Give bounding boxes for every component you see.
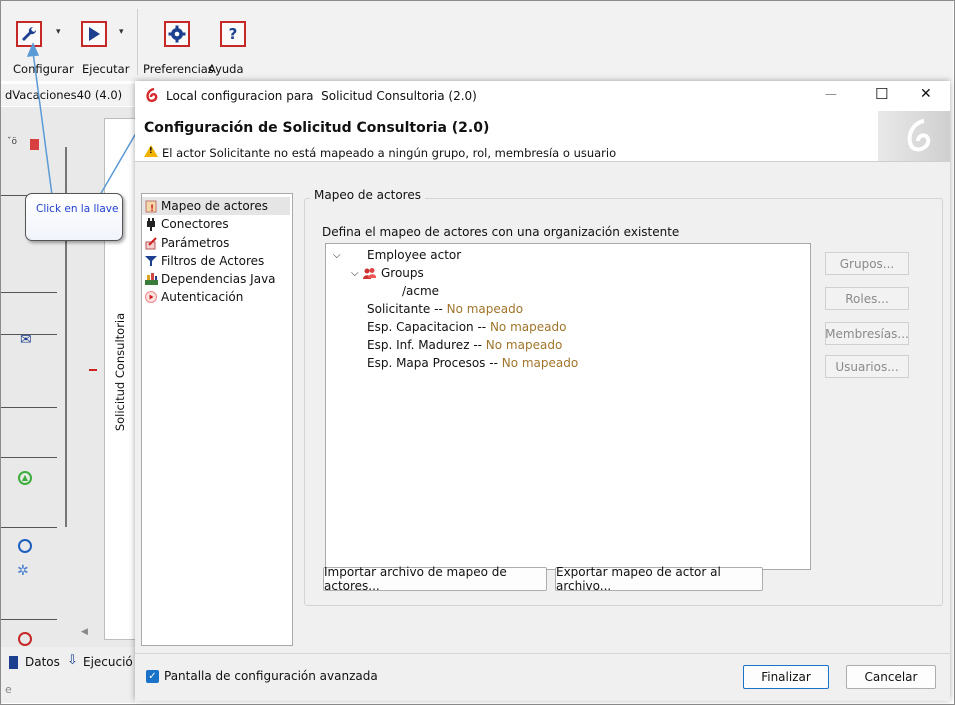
nav-label: Autenticación [161, 290, 244, 304]
nav-item-dependencias[interactable]: Dependencias Java [144, 270, 276, 288]
configuration-nav: ! Mapeo de actores Conectores Parámetros… [141, 193, 293, 646]
actor-name: Esp. Inf. Madurez [367, 338, 470, 352]
actor-separator: -- [485, 356, 502, 370]
dialog-titlebar: Local configuracion para Solicitud Consu… [135, 81, 950, 111]
nav-label: Conectores [161, 217, 229, 231]
advanced-checkbox-label[interactable]: Pantalla de configuración avanzada [164, 669, 378, 683]
tree-row-groups[interactable]: ⌵ Groups [351, 264, 424, 282]
header-title: Configuración de Solicitud Consultoria (… [144, 120, 490, 136]
chevron-down-icon[interactable]: ⌵ [333, 250, 353, 261]
bonita-watermark-icon [878, 111, 950, 161]
dialog-header: Configuración de Solicitud Consultoria (… [135, 111, 950, 161]
employee-actor-label: Employee actor [367, 248, 462, 262]
membresias-button[interactable]: Membresías... [825, 322, 909, 345]
filter-icon [144, 254, 158, 268]
bonita-logo-icon [144, 87, 160, 103]
groups-label: Groups [381, 266, 424, 280]
nav-item-mapeo[interactable]: ! Mapeo de actores [142, 197, 290, 215]
nav-item-parametros[interactable]: Parámetros [144, 234, 229, 252]
nav-item-conectores[interactable]: Conectores [144, 215, 229, 233]
parameters-icon [144, 236, 158, 250]
actor-mapping-tree[interactable]: ⌵ Employee actor ⌵ Groups /acme Solicita… [325, 243, 811, 570]
actor-status: No mapeado [489, 320, 567, 334]
dialog-title: Local configuracion para Solicitud Consu… [166, 89, 477, 103]
nav-label: Dependencias Java [161, 272, 276, 286]
java-dependencies-icon [144, 272, 158, 286]
export-mapping-button[interactable]: Exportar mapeo de actor al archivo... [555, 565, 763, 593]
actor-name: Esp. Capacitacion [367, 320, 474, 334]
close-button[interactable]: ✕ [920, 86, 932, 102]
dialog-footer: ✓ Pantalla de configuración avanzada Fin… [135, 653, 950, 701]
warning-message: El actor Solicitante no está mapeado a n… [162, 146, 617, 160]
actor-status: No mapeado [501, 356, 579, 370]
grupos-button[interactable]: Grupos... [825, 252, 909, 275]
nav-label: Parámetros [161, 236, 230, 250]
tree-row-employee-actor[interactable]: ⌵ Employee actor [333, 246, 461, 264]
maximize-button[interactable]: ☐ [875, 85, 888, 103]
advanced-checkbox[interactable]: ✓ [146, 670, 159, 683]
acme-label: /acme [402, 284, 440, 298]
cancel-button[interactable]: Cancelar [846, 665, 936, 689]
tree-row-actor[interactable]: Esp. Capacitacion -- No mapeado [367, 318, 566, 336]
tree-row-actor[interactable]: Solicitante -- No mapeado [367, 300, 523, 318]
nav-item-autenticacion[interactable]: Autenticación [144, 288, 243, 306]
minimize-button[interactable]: — [825, 87, 837, 101]
svg-text:!: ! [150, 204, 154, 213]
nav-label: Filtros de Actores [161, 254, 265, 268]
import-mapping-button[interactable]: Importar archivo de mapeo de actores... [323, 565, 547, 593]
actor-status: No mapeado [485, 338, 563, 352]
configuration-dialog: Local configuracion para Solicitud Consu… [135, 81, 950, 701]
tree-row-acme[interactable]: /acme [402, 282, 439, 300]
connector-plug-icon [144, 217, 158, 231]
nav-item-filtros[interactable]: Filtros de Actores [144, 252, 264, 270]
finish-button[interactable]: Finalizar [743, 665, 829, 689]
nav-label: Mapeo de actores [161, 199, 268, 213]
actor-separator: -- [469, 338, 486, 352]
groups-icon [363, 267, 379, 279]
actor-separator: -- [430, 302, 447, 316]
tree-row-actor[interactable]: Esp. Mapa Procesos -- No mapeado [367, 354, 578, 372]
roles-button[interactable]: Roles... [825, 287, 909, 310]
usuarios-button[interactable]: Usuarios... [825, 355, 909, 378]
warning-icon-mark: ! [149, 146, 153, 155]
instruction-text: Defina el mapeo de actores con una organ… [322, 225, 680, 239]
group-title: Mapeo de actores [310, 188, 425, 202]
authentication-icon [144, 290, 158, 304]
callout-note: Click en la llave [25, 193, 123, 241]
actor-name: Solicitante [367, 302, 431, 316]
actor-separator: -- [473, 320, 490, 334]
actor-status: No mapeado [446, 302, 524, 316]
chevron-down-icon[interactable]: ⌵ [351, 268, 363, 279]
actor-name: Esp. Mapa Procesos [367, 356, 486, 370]
actor-mapping-warning-icon: ! [144, 199, 158, 213]
dialog-body: ! Mapeo de actores Conectores Parámetros… [135, 161, 950, 654]
tree-row-actor[interactable]: Esp. Inf. Madurez -- No mapeado [367, 336, 562, 354]
